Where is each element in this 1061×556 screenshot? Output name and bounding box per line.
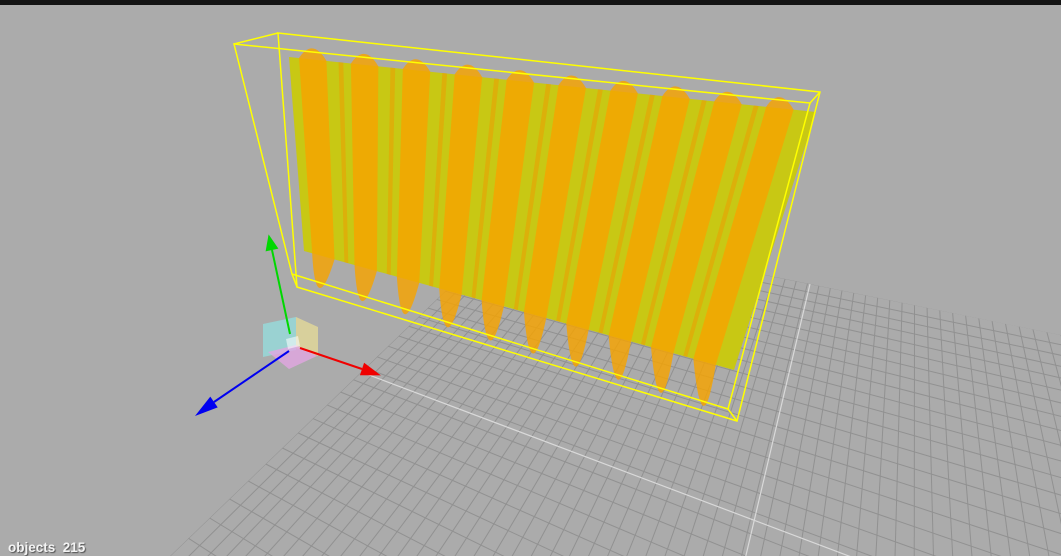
grid-line-recede	[913, 305, 916, 556]
cylinder-peg	[350, 53, 379, 302]
stats-objects: objects 215	[8, 540, 86, 555]
top-bar	[0, 0, 1061, 5]
viewport-stage: objects 215 vertices 2,880 triangles 960	[0, 0, 1061, 556]
viewport-3d-canvas[interactable]	[0, 0, 1061, 556]
stats-overlay: objects 215 vertices 2,880 triangles 960	[8, 498, 100, 556]
